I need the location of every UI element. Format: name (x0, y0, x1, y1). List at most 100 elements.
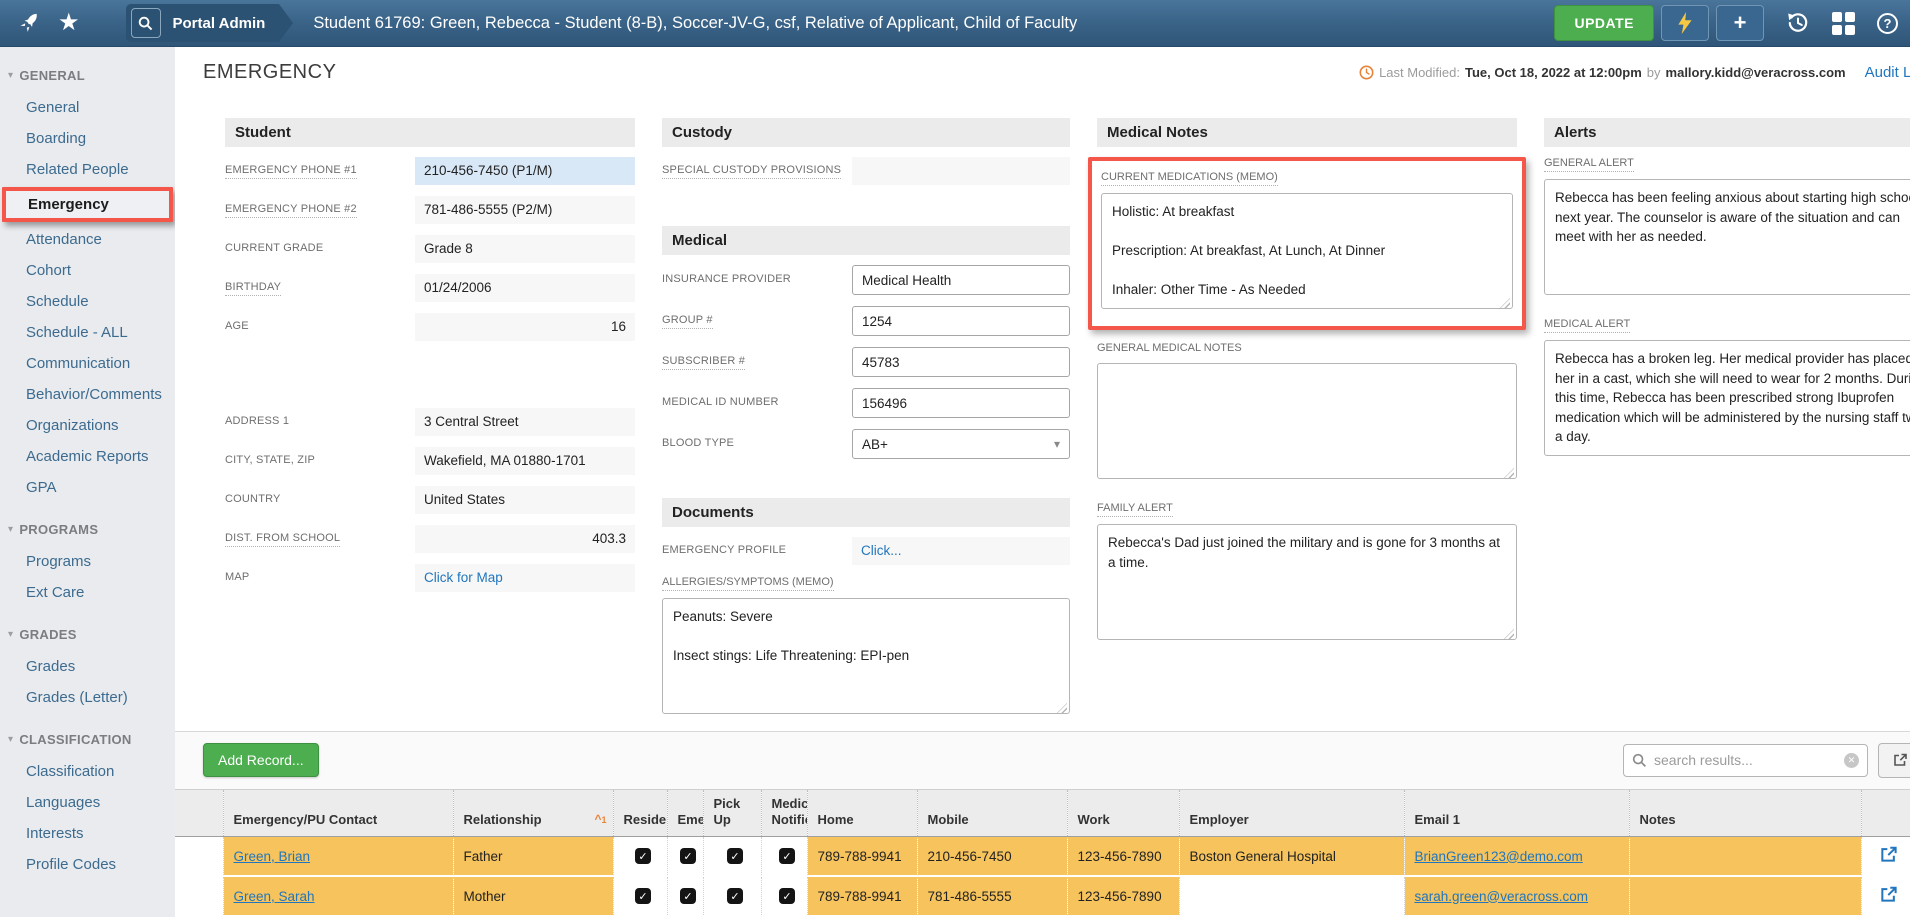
last-modified-info: Last Modified: Tue, Oct 18, 2022 at 12:0… (1359, 64, 1910, 81)
employer-cell[interactable]: Boston General Hospital (1179, 837, 1404, 877)
checkbox-checked-icon[interactable]: ✓ (680, 848, 696, 864)
mobile-phone-cell[interactable]: 781-486-5555 (917, 876, 1067, 916)
checkbox-checked-icon[interactable]: ✓ (779, 848, 795, 864)
contact-link[interactable]: Green, Brian (234, 849, 311, 864)
audit-log-link[interactable]: Audit Log (1865, 64, 1910, 81)
emergency-column-header[interactable]: Emergency (667, 789, 703, 837)
notes-column-header[interactable]: Notes (1629, 789, 1861, 837)
contact-column-header[interactable]: Emergency/PU Contact (223, 789, 453, 837)
search-results-input[interactable] (1654, 752, 1837, 768)
grid-icon (1832, 12, 1855, 35)
pick-up-column-header[interactable]: Pick Up (703, 789, 761, 837)
employer-column-header[interactable]: Employer (1179, 789, 1404, 837)
add-record-topbar-button[interactable]: + (1716, 5, 1764, 41)
group-number-input[interactable] (852, 306, 1070, 336)
favorites-star-icon[interactable]: ★ (58, 11, 80, 35)
mobile-column-header[interactable]: Mobile (917, 789, 1067, 837)
checkbox-checked-icon[interactable]: ✓ (635, 888, 651, 904)
sidebar-item-boarding[interactable]: Boarding (0, 123, 175, 154)
subscriber-number-label: SUBSCRIBER # (662, 355, 852, 370)
checkbox-checked-icon[interactable]: ✓ (779, 888, 795, 904)
relationship-cell[interactable]: Father (453, 837, 613, 877)
quick-actions-button[interactable] (1661, 5, 1709, 41)
general-medical-notes-memo[interactable] (1097, 363, 1517, 479)
checkbox-checked-icon[interactable]: ✓ (635, 848, 651, 864)
sidebar-item-programs[interactable]: Programs (0, 546, 175, 577)
resident-column-header[interactable]: Resident (613, 789, 667, 837)
general-alert-memo[interactable]: Rebecca has been feeling anxious about s… (1544, 179, 1910, 295)
update-button[interactable]: UPDATE (1554, 5, 1654, 41)
search-button[interactable] (131, 8, 161, 38)
blood-type-select[interactable]: AB+▾ (852, 429, 1070, 459)
mobile-phone-cell[interactable]: 210-456-7450 (917, 837, 1067, 877)
medical-id-number-input[interactable] (852, 388, 1070, 418)
insurance-provider-input[interactable] (852, 265, 1070, 295)
sidebar-item-organizations[interactable]: Organizations (0, 410, 175, 441)
family-alert-memo[interactable]: Rebecca's Dad just joined the military a… (1097, 524, 1517, 640)
medical-alert-memo[interactable]: Rebecca has a broken leg. Her medical pr… (1544, 340, 1910, 456)
email-link[interactable]: sarah.green@veracross.com (1415, 889, 1589, 904)
breadcrumb-portal-admin[interactable]: Portal Admin (161, 15, 278, 32)
sidebar-item-interests[interactable]: Interests (0, 818, 175, 849)
sidebar-item-classification[interactable]: Classification (0, 756, 175, 787)
sidebar-item-languages[interactable]: Languages (0, 787, 175, 818)
subscriber-number-input[interactable] (852, 347, 1070, 377)
sidebar-item-emergency[interactable]: Emergency (6, 191, 169, 218)
emergency-profile-click-link[interactable]: Click... (861, 543, 902, 558)
sidebar-item-ext-care[interactable]: Ext Care (0, 577, 175, 608)
sidebar-header-classification[interactable]: ▾CLASSIFICATION (0, 723, 175, 756)
relationship-cell[interactable]: Mother (453, 876, 613, 916)
email-link[interactable]: BrianGreen123@demo.com (1415, 849, 1583, 864)
general-medical-notes-label: GENERAL MEDICAL NOTES (1097, 342, 1517, 356)
sidebar-item-related-people[interactable]: Related People (0, 154, 175, 185)
employer-cell[interactable] (1179, 876, 1404, 916)
sidebar-item-cohort[interactable]: Cohort (0, 255, 175, 286)
email-1-column-header[interactable]: Email 1 (1404, 789, 1629, 837)
sidebar-item-gpa[interactable]: GPA (0, 472, 175, 503)
current-grade-label: CURRENT GRADE (225, 242, 415, 256)
sidebar-item-behavior-comments[interactable]: Behavior/Comments (0, 379, 175, 410)
sidebar-header-grades[interactable]: ▾GRADES (0, 618, 175, 651)
work-column-header[interactable]: Work (1067, 789, 1179, 837)
help-button[interactable]: ? (1877, 13, 1898, 34)
sidebar-item-schedule[interactable]: Schedule (0, 286, 175, 317)
checkbox-checked-icon[interactable]: ✓ (727, 888, 743, 904)
apps-menu-button[interactable] (1832, 12, 1855, 35)
checkbox-checked-icon[interactable]: ✓ (680, 888, 696, 904)
emergency-phone-1-value[interactable]: 210-456-7450 (P1/M) (415, 157, 635, 185)
sidebar-header-general[interactable]: ▾GENERAL (0, 59, 175, 92)
sidebar-item-general[interactable]: General (0, 92, 175, 123)
sidebar-item-grades[interactable]: Grades (0, 651, 175, 682)
open-record-popout-icon[interactable] (1879, 845, 1898, 864)
home-phone-cell[interactable]: 789-788-9941 (807, 876, 917, 916)
sidebar-item-grades-letter[interactable]: Grades (Letter) (0, 682, 175, 713)
notes-cell[interactable] (1629, 876, 1861, 916)
open-results-in-window-button[interactable] (1878, 743, 1910, 778)
relationship-column-header[interactable]: ^1Relationship (453, 789, 613, 837)
sidebar-header-programs[interactable]: ▾PROGRAMS (0, 513, 175, 546)
special-custody-provisions-value[interactable] (852, 157, 1070, 185)
sidebar-item-academic-reports[interactable]: Academic Reports (0, 441, 175, 472)
veracross-rocket-logo-icon[interactable] (14, 10, 44, 36)
notes-cell[interactable] (1629, 837, 1861, 877)
sidebar-item-attendance[interactable]: Attendance (0, 224, 175, 255)
current-medications-memo[interactable]: Holistic: At breakfast Prescription: At … (1101, 193, 1513, 309)
click-for-map-link[interactable]: Click for Map (424, 570, 503, 585)
medical-notifications-column-header[interactable]: Medical Notifications (761, 789, 807, 837)
clear-search-icon[interactable]: ✕ (1844, 753, 1859, 768)
birthday-value[interactable]: 01/24/2006 (415, 274, 635, 302)
add-record-button[interactable]: Add Record... (203, 743, 319, 777)
home-phone-cell[interactable]: 789-788-9941 (807, 837, 917, 877)
open-record-popout-icon[interactable] (1879, 885, 1898, 904)
sidebar-item-schedule-all[interactable]: Schedule - ALL (0, 317, 175, 348)
checkbox-checked-icon[interactable]: ✓ (727, 848, 743, 864)
history-button[interactable] (1786, 11, 1810, 35)
sidebar-item-communication[interactable]: Communication (0, 348, 175, 379)
work-phone-cell[interactable]: 123-456-7890 (1067, 837, 1179, 877)
contact-link[interactable]: Green, Sarah (234, 889, 315, 904)
home-column-header[interactable]: Home (807, 789, 917, 837)
sidebar-item-profile-codes[interactable]: Profile Codes (0, 849, 175, 880)
allergies-symptoms-memo[interactable]: Peanuts: Severe Insect stings: Life Thre… (662, 598, 1070, 714)
emergency-phone-2-value[interactable]: 781-486-5555 (P2/M) (415, 196, 635, 224)
work-phone-cell[interactable]: 123-456-7890 (1067, 876, 1179, 916)
